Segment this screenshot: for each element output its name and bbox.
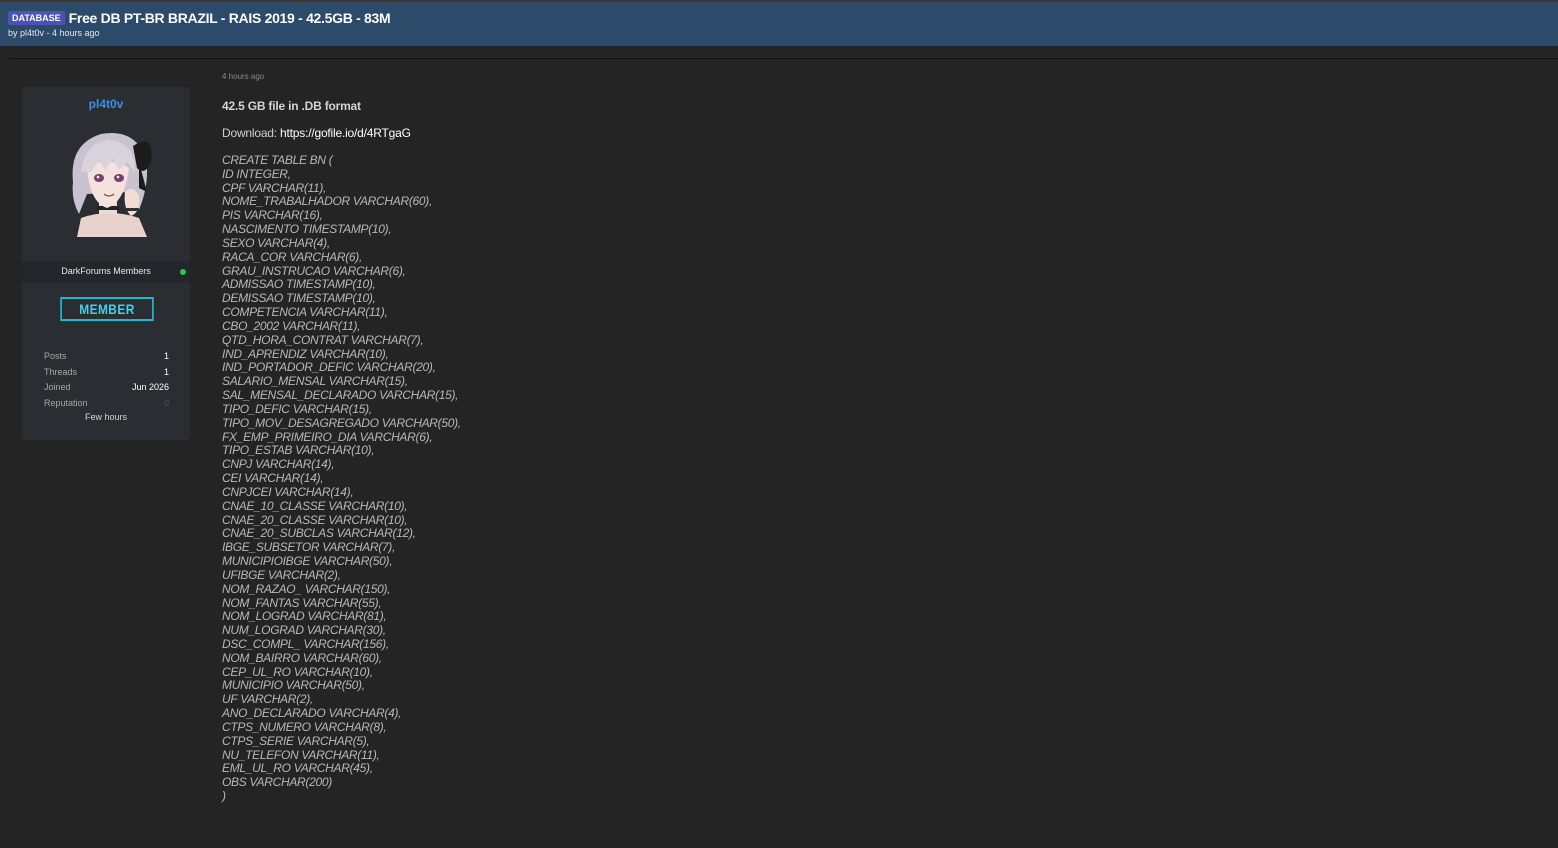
download-link[interactable]: https://gofile.io/d/4RTgaG [280,126,411,140]
stat-label: Threads [44,366,78,377]
sql-line: ADMISSAO TIMESTAMP(10), [222,277,376,292]
sql-line: COMPETENCIA VARCHAR(11), [222,305,388,320]
sql-schema-block: CREATE TABLE BN (ID INTEGER, CPF VARCHAR(… [222,153,1522,804]
sql-line: DSC_COMPL_ VARCHAR(156), [222,636,389,651]
sql-line: NU_TELEFON VARCHAR(11), [222,747,380,762]
user-stats: Posts 1 Threads 1 Joined Jun 2026 Reputa… [44,349,169,411]
sql-line: CEP_UL_RO VARCHAR(10), [222,664,373,679]
sql-line: NOM_BAIRRO VARCHAR(60), [222,650,382,665]
sql-line: IND_APRENDIZ VARCHAR(10), [222,346,389,361]
sql-line: NOME_TRABALHADOR VARCHAR(60), [222,194,433,209]
sql-line: ANO_DECLARADO VARCHAR(4), [222,706,402,721]
sql-line: NOM_RAZAO_ VARCHAR(150), [222,581,391,596]
sql-line: DEMISSAO TIMESTAMP(10), [222,291,376,306]
last-active: Few hours [84,412,128,422]
sql-line: EML_UL_RO VARCHAR(45), [222,761,373,776]
sql-line: SEXO VARCHAR(4), [222,235,330,250]
sql-line: GRAU_INSTRUCAO VARCHAR(6), [222,263,406,278]
download-line: Download: https://gofile.io/d/4RTgaG [222,126,1522,141]
sql-line: CNAE_20_CLASSE VARCHAR(10), [222,512,408,527]
header-divider [9,58,1558,59]
sql-line: UF VARCHAR(2), [222,692,313,707]
stat-value[interactable]: 0 [164,396,169,412]
sql-line: MUNICIPIO VARCHAR(50), [222,678,365,693]
sql-line: CPF VARCHAR(11), [222,180,327,195]
thread-prefix-badge[interactable]: DATABASE [8,11,65,25]
stat-posts: Posts 1 [44,349,169,365]
sql-line: NUM_LOGRAD VARCHAR(30), [222,623,386,638]
sql-line: PIS VARCHAR(16), [222,208,323,223]
sql-line: TIPO_DEFIC VARCHAR(15), [222,401,372,416]
user-group-row: DarkForums Members [22,261,190,283]
sql-line: RACA_COR VARCHAR(6), [222,249,363,264]
post-timestamp: 4 hours ago [222,72,265,81]
post-body: 4 hours ago 42.5 GB file in .DB format D… [222,70,1522,804]
sql-line: OBS VARCHAR(200) [222,775,332,790]
sql-line: NOM_LOGRAD VARCHAR(81), [222,609,387,624]
sql-line: IND_PORTADOR_DEFIC VARCHAR(20), [222,360,436,375]
avatar[interactable] [59,122,159,237]
sql-line: CNAE_10_CLASSE VARCHAR(10), [222,498,408,513]
member-rank-badge: MEMBER [60,297,154,321]
sql-line: CNAE_20_SUBCLAS VARCHAR(12), [222,526,416,541]
sql-line: CEI VARCHAR(14), [222,471,324,486]
sql-line: ID INTEGER, [222,166,291,181]
user-group-name: DarkForums Members [61,266,151,276]
sql-line: CTPS_SERIE VARCHAR(5), [222,733,370,748]
stat-value: Jun 2026 [131,382,169,393]
sql-line: SALARIO_MENSAL VARCHAR(15), [222,374,408,389]
user-card: pl4t0v DarkForums Members MEMBER Posts 1… [22,87,190,440]
stat-label: Posts [44,351,67,361]
stat-joined: Joined Jun 2026 [44,380,169,396]
sql-line: NOM_FANTAS VARCHAR(55), [222,595,382,610]
stat-threads: Threads 1 [44,365,169,381]
sql-line: CTPS_NUMERO VARCHAR(8), [222,719,387,734]
username-link[interactable]: pl4t0v [22,97,190,111]
sql-line: IBGE_SUBSETOR VARCHAR(7), [222,540,395,555]
download-label: Download: [222,126,277,140]
stat-label: Reputation [44,397,88,408]
stat-label: Joined [44,382,71,393]
sql-line: ) [222,789,226,804]
stat-reputation: Reputation 0 [44,396,169,412]
sql-line: CNPJCEI VARCHAR(14), [222,484,354,499]
sql-line: FX_EMP_PRIMEIRO_DIA VARCHAR(6), [222,429,433,444]
sql-line: TIPO_ESTAB VARCHAR(10), [222,443,375,458]
stat-value[interactable]: 1 [164,365,169,381]
sql-line: CNPJ VARCHAR(14), [222,457,335,472]
sql-line: MUNICIPIOIBGE VARCHAR(50), [222,554,393,569]
sql-line: CBO_2002 VARCHAR(11), [222,318,361,333]
thread-title-row: DATABASE Free DB PT-BR BRAZIL - RAIS 201… [8,10,391,26]
stat-value[interactable]: 1 [164,349,169,365]
sql-line: SAL_MENSAL_DECLARADO VARCHAR(15), [222,388,459,403]
sql-line: NASCIMENTO TIMESTAMP(10), [222,222,392,237]
online-dot-icon [180,269,186,275]
post-headline: 42.5 GB file in .DB format [222,99,361,113]
sql-line: QTD_HORA_CONTRAT VARCHAR(7), [222,332,424,347]
anime-girl-avatar-icon [72,132,152,237]
thread-meta: by pl4t0v - 4 hours ago [8,28,100,38]
sql-line: UFIBGE VARCHAR(2), [222,567,341,582]
sql-line: TIPO_MOV_DESAGREGADO VARCHAR(50), [222,415,461,430]
thread-header: DATABASE Free DB PT-BR BRAZIL - RAIS 201… [0,0,1558,46]
sql-line: CREATE TABLE BN ( [222,153,333,167]
thread-title: Free DB PT-BR BRAZIL - RAIS 2019 - 42.5G… [68,10,391,26]
